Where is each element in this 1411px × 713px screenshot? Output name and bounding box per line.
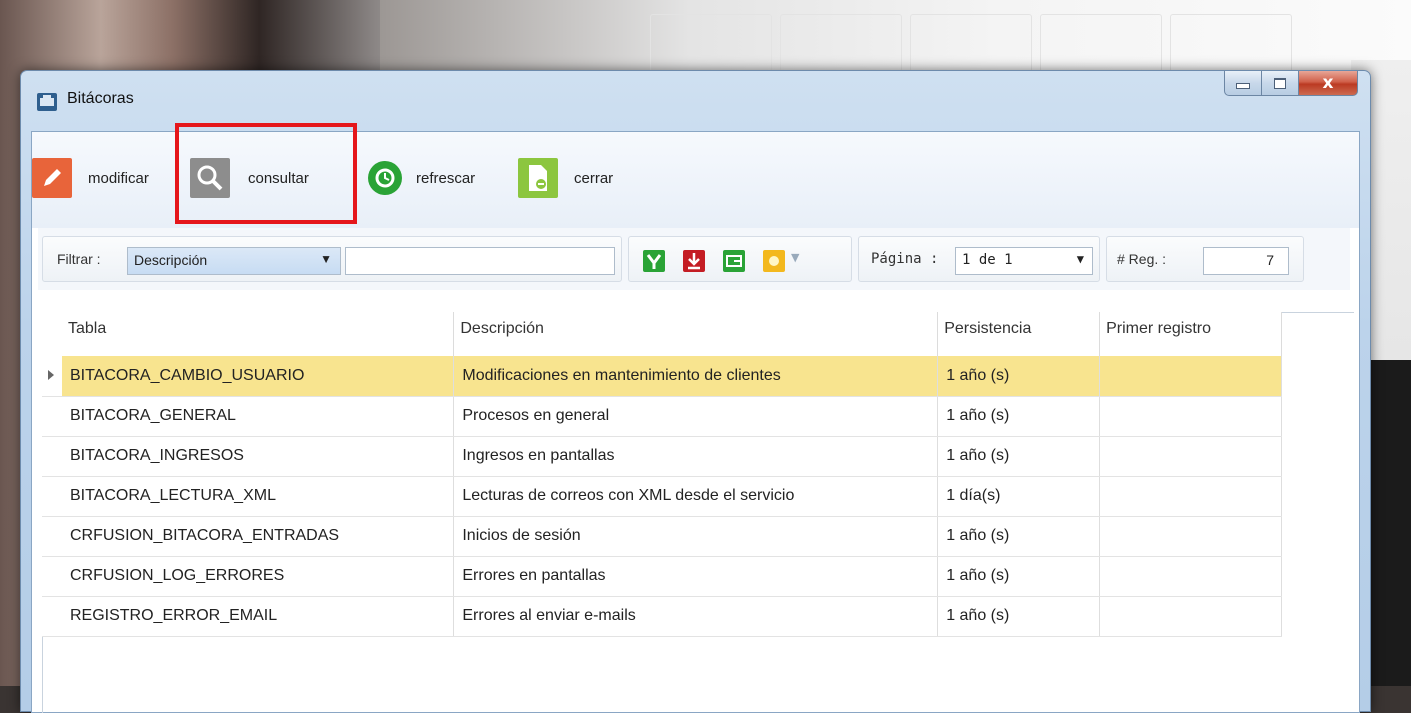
cell-persistencia[interactable]: 1 año (s) (937, 556, 1101, 597)
cell-descripcion[interactable]: Errores al enviar e-mails (453, 596, 939, 637)
cell-tabla[interactable]: BITACORA_LECTURA_XML (61, 476, 455, 517)
cell-tabla[interactable]: CRFUSION_BITACORA_ENTRADAS (61, 516, 455, 557)
minimize-icon (1236, 83, 1250, 89)
cell-persistencia[interactable]: 1 año (s) (937, 596, 1101, 637)
window-title: Bitácoras (67, 90, 134, 107)
search-icon (190, 158, 230, 198)
filter-group: Filtrar : Descripción ▼ (42, 236, 622, 282)
bitacoras-window: Bitácoras x modificar consultar refresca… (20, 70, 1371, 713)
cell-primer-registro[interactable] (1099, 436, 1282, 477)
cell-descripcion[interactable]: Inicios de sesión (453, 516, 939, 557)
close-button[interactable]: cerrar (518, 158, 613, 198)
cell-descripcion[interactable]: Lecturas de correos con XML desde el ser… (453, 476, 939, 517)
table-row[interactable]: BITACORA_GENERAL Procesos en general 1 a… (42, 396, 1282, 437)
cell-descripcion[interactable]: Procesos en general (453, 396, 939, 437)
records-label: # Reg. : (1117, 251, 1167, 267)
cell-persistencia[interactable]: 1 día(s) (937, 476, 1101, 517)
cell-primer-registro[interactable] (1099, 396, 1282, 437)
cell-primer-registro[interactable] (1099, 516, 1282, 557)
table-row[interactable]: BITACORA_INGRESOS Ingresos en pantallas … (42, 436, 1282, 477)
table-row[interactable]: BITACORA_LECTURA_XML Lecturas de correos… (42, 476, 1282, 517)
refresh-button[interactable]: refrescar (368, 158, 475, 198)
page-label: Página : (871, 251, 939, 267)
table-row[interactable]: CRFUSION_LOG_ERRORES Errores en pantalla… (42, 556, 1282, 597)
modify-button[interactable]: modificar (32, 158, 149, 198)
chevron-down-icon: ▼ (1076, 252, 1084, 266)
export-pdf-icon[interactable] (683, 250, 705, 272)
maximize-button[interactable] (1262, 71, 1299, 96)
table-row[interactable]: CRFUSION_BITACORA_ENTRADAS Inicios de se… (42, 516, 1282, 557)
window-client-area: modificar consultar refrescar cerrar Fil… (31, 131, 1360, 713)
close-document-icon (518, 158, 558, 198)
cell-tabla[interactable]: CRFUSION_LOG_ERRORES (61, 556, 455, 597)
page-select[interactable]: 1 de 1 ▼ (955, 247, 1093, 275)
cell-persistencia[interactable]: 1 año (s) (937, 356, 1101, 397)
export-screen-icon[interactable] (723, 250, 745, 272)
pencil-icon (32, 158, 72, 198)
cell-tabla[interactable]: REGISTRO_ERROR_EMAIL (61, 596, 455, 637)
refresh-label: refrescar (416, 169, 476, 187)
cell-primer-registro[interactable] (1099, 556, 1282, 597)
column-header-tabla[interactable]: Tabla (61, 312, 455, 356)
filter-field-value: Descripción (134, 252, 208, 268)
page-group: Página : 1 de 1 ▼ (858, 236, 1100, 282)
cell-tabla[interactable]: BITACORA_GENERAL (61, 396, 455, 437)
close-window-button[interactable]: x (1299, 71, 1358, 96)
cell-primer-registro[interactable] (1099, 356, 1282, 397)
minimize-button[interactable] (1224, 71, 1262, 96)
cell-descripcion[interactable]: Errores en pantallas (453, 556, 939, 597)
grid-header-row: Tabla Descripción Persistencia Primer re… (42, 312, 1282, 356)
export-excel-icon[interactable] (643, 250, 665, 272)
close-icon: x (1322, 73, 1334, 93)
cell-tabla[interactable]: BITACORA_CAMBIO_USUARIO (61, 356, 455, 397)
row-indicator (42, 556, 62, 597)
records-value: 7 (1266, 252, 1274, 268)
records-group: # Reg. : 7 (1106, 236, 1304, 282)
page-value: 1 de 1 (962, 252, 1013, 268)
cell-descripcion[interactable]: Modificaciones en mantenimiento de clien… (453, 356, 939, 397)
filter-bar: Filtrar : Descripción ▼ ▼ Página: 1 de … (38, 228, 1350, 290)
close-label: cerrar (574, 169, 614, 187)
window-controls: x (1224, 71, 1358, 97)
cell-tabla[interactable]: BITACORA_INGRESOS (61, 436, 455, 477)
row-indicator (42, 356, 62, 397)
modify-label: modificar (88, 169, 149, 187)
table-row[interactable]: BITACORA_CAMBIO_USUARIO Modificaciones e… (42, 356, 1282, 397)
query-label: consultar (248, 169, 309, 187)
refresh-icon (368, 161, 402, 195)
records-count: 7 (1203, 247, 1289, 275)
row-indicator (42, 476, 62, 517)
current-row-icon (48, 369, 54, 380)
cell-persistencia[interactable]: 1 año (s) (937, 396, 1101, 437)
row-indicator (42, 396, 62, 437)
cell-persistencia[interactable]: 1 año (s) (937, 516, 1101, 557)
row-indicator (42, 596, 62, 637)
cell-descripcion[interactable]: Ingresos en pantallas (453, 436, 939, 477)
table-row[interactable]: REGISTRO_ERROR_EMAIL Errores al enviar e… (42, 596, 1282, 637)
row-indicator (42, 516, 62, 557)
sun-icon[interactable] (763, 250, 785, 272)
app-icon (37, 93, 57, 111)
title-bar[interactable]: Bitácoras x (21, 71, 1370, 131)
toolbar: modificar consultar refrescar cerrar (32, 132, 1359, 228)
column-header-primer-registro[interactable]: Primer registro (1099, 312, 1282, 356)
row-header-corner (42, 312, 62, 356)
chevron-down-icon: ▼ (320, 252, 332, 266)
row-indicator (42, 436, 62, 477)
column-header-persistencia[interactable]: Persistencia (937, 312, 1101, 356)
background-window-strip (380, 0, 1411, 72)
maximize-icon (1274, 77, 1286, 89)
column-header-descripcion[interactable]: Descripción (453, 312, 939, 356)
filter-label: Filtrar : (57, 251, 101, 267)
filter-text-input[interactable] (345, 247, 615, 275)
export-icons-group: ▼ (628, 236, 852, 282)
cell-primer-registro[interactable] (1099, 596, 1282, 637)
query-button[interactable]: consultar (190, 158, 309, 198)
cell-persistencia[interactable]: 1 año (s) (937, 436, 1101, 477)
cell-primer-registro[interactable] (1099, 476, 1282, 517)
sun-dropdown-icon[interactable]: ▼ (791, 251, 799, 264)
filter-field-select[interactable]: Descripción ▼ (127, 247, 341, 275)
bitacoras-grid: Tabla Descripción Persistencia Primer re… (42, 312, 1282, 637)
